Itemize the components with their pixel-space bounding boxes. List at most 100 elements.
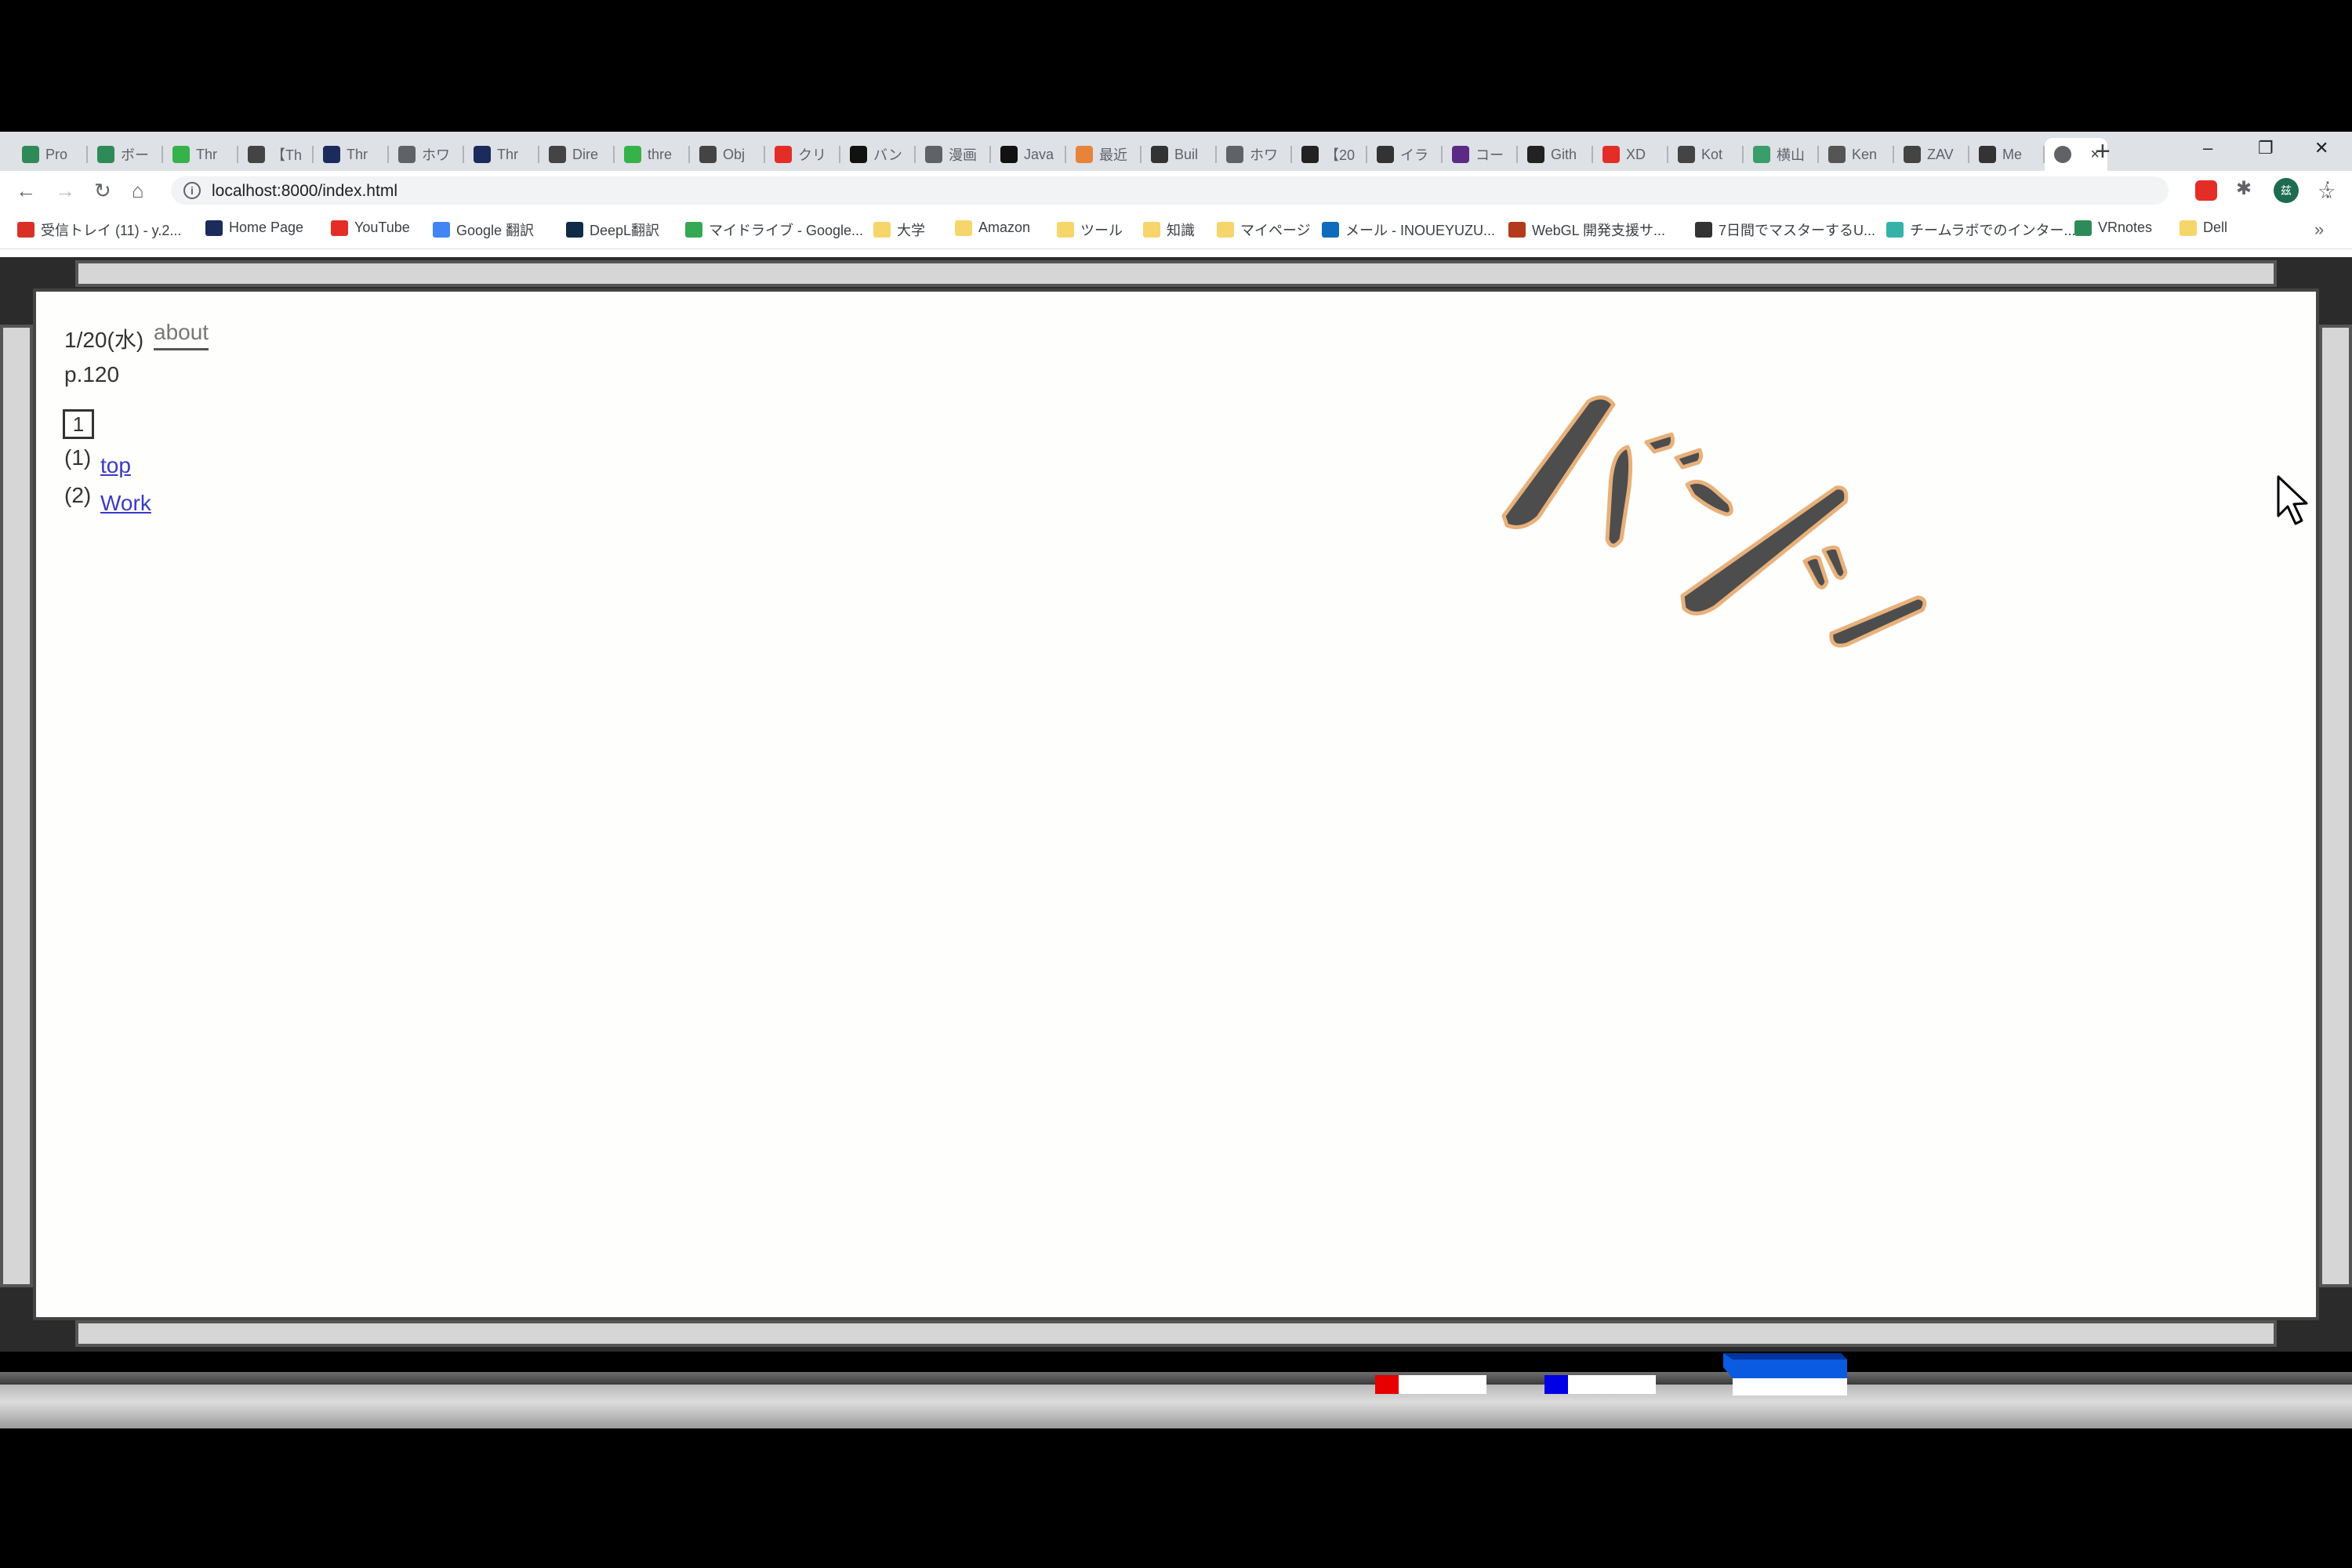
outlook-icon xyxy=(1322,222,1339,238)
bookmark-item[interactable]: メール - INOUEYUZU... xyxy=(1322,220,1495,240)
tab[interactable]: 横山 xyxy=(1744,138,1819,171)
bookmark-item[interactable]: WebGL 開発支援サ... xyxy=(1508,220,1665,240)
restore-button[interactable]: ❐ xyxy=(2258,138,2274,158)
sfx-stroke xyxy=(1802,555,1829,590)
extensions-puzzle-icon[interactable]: ✱ xyxy=(2236,177,2258,199)
bookmark-item[interactable]: 知識 xyxy=(1143,220,1195,240)
tab[interactable]: Thr xyxy=(163,138,238,171)
left-frame-bar xyxy=(0,325,33,1287)
bookmark-label: 7日間でマスターするU... xyxy=(1719,223,1876,238)
back-icon[interactable]: ← xyxy=(16,179,36,203)
tab-label: XD xyxy=(1626,146,1646,162)
forward-icon[interactable]: → xyxy=(55,179,75,203)
tab-label: Obj xyxy=(723,146,746,162)
tab-label: クリ xyxy=(798,147,826,163)
b-icon xyxy=(1151,146,1168,163)
atlas-icon xyxy=(248,146,265,163)
bookmark-item[interactable]: 受信トレイ (11) - y.2... xyxy=(17,220,181,240)
tab[interactable]: ホワ xyxy=(389,138,464,171)
sfx-stroke xyxy=(1685,479,1733,517)
bookmark-item[interactable]: Amazon xyxy=(955,220,1030,236)
minimize-button[interactable]: – xyxy=(2203,138,2212,158)
bookmark-item[interactable]: マイドライブ - Google... xyxy=(685,220,863,240)
tab[interactable]: Buil xyxy=(1142,138,1217,171)
new-tab-button[interactable]: + xyxy=(2095,136,2111,167)
threejs-icon xyxy=(474,146,491,163)
blue-indicator-bar xyxy=(1544,1375,1656,1394)
bookmark-item[interactable]: YouTube xyxy=(331,220,410,236)
top-link[interactable]: top xyxy=(100,453,131,478)
tab-label: ZAV xyxy=(1927,146,1954,162)
box-label: 1 xyxy=(63,409,94,439)
work-link[interactable]: Work xyxy=(100,491,151,516)
tab-label: Dire xyxy=(572,146,599,162)
tab[interactable]: Java xyxy=(991,138,1066,171)
bookmark-item[interactable]: Home Page xyxy=(205,220,303,236)
bookmark-item[interactable]: Google 翻訳 xyxy=(433,220,534,240)
bookmark-label: 大学 xyxy=(897,223,925,238)
bookmark-item[interactable]: マイページ xyxy=(1217,220,1311,240)
moon-icon xyxy=(1076,146,1093,163)
bookmark-label: メール - INOUEYUZU... xyxy=(1345,223,1496,238)
tab[interactable]: ボー xyxy=(88,138,163,171)
bookmark-item[interactable]: Dell xyxy=(2180,220,2227,236)
tab-label: 横山 xyxy=(1777,147,1805,163)
bookmark-item[interactable]: チームラボでのインター... xyxy=(1886,220,2076,240)
tab[interactable]: Gith xyxy=(1518,138,1593,171)
youtube-icon xyxy=(775,146,792,163)
tab[interactable]: 最近 xyxy=(1066,138,1142,171)
tab[interactable]: クリ xyxy=(765,138,840,171)
bookmark-item[interactable]: DeepL翻訳 xyxy=(566,220,659,240)
reload-icon[interactable]: ↻ xyxy=(94,179,111,203)
url-text[interactable]: localhost:8000/index.html xyxy=(212,182,397,201)
github-icon xyxy=(1527,146,1544,163)
triangle-icon xyxy=(699,146,717,163)
bookmark-item[interactable]: VRnotes xyxy=(2074,220,2152,236)
tab-label: 漫画 xyxy=(949,147,977,163)
bookmark-item[interactable]: ツール xyxy=(1057,220,1123,240)
tab[interactable]: Dire xyxy=(539,138,615,171)
tab[interactable]: コー xyxy=(1443,138,1518,171)
tab[interactable]: 【Th xyxy=(238,138,314,171)
bookmark-item[interactable]: 7日間でマスターするU... xyxy=(1695,220,1875,240)
address-bar[interactable]: i localhost:8000/index.html ☆ xyxy=(171,176,2336,205)
tab[interactable]: Thr xyxy=(314,138,389,171)
tab[interactable]: Thr xyxy=(464,138,539,171)
bookmark-item[interactable]: 大学 xyxy=(873,220,925,240)
tab[interactable]: 【20 xyxy=(1292,138,1367,171)
p-icon xyxy=(1452,146,1469,163)
gmail-icon xyxy=(17,222,34,238)
teamlab-icon xyxy=(1886,222,1904,238)
home-icon[interactable]: ⌂ xyxy=(132,179,144,203)
tab-label: Kot xyxy=(1701,146,1723,162)
tab[interactable]: Me xyxy=(1969,138,2045,171)
tab[interactable]: イラ xyxy=(1367,138,1443,171)
mouse-cursor-icon xyxy=(2277,475,2308,525)
tab[interactable]: ZAV xyxy=(1894,138,1969,171)
tab-label: Ken xyxy=(1852,146,1878,162)
sound-effect-bang-graphic xyxy=(1501,395,1927,648)
zav-icon xyxy=(1904,146,1921,163)
bookmark-label: Home Page xyxy=(229,220,304,235)
tab[interactable]: XD xyxy=(1593,138,1668,171)
close-window-button[interactable]: ✕ xyxy=(2314,138,2328,158)
tab[interactable]: 漫画 xyxy=(916,138,991,171)
bookmark-label: Amazon xyxy=(978,220,1031,235)
bookmarks-more-icon[interactable]: » xyxy=(2314,220,2324,240)
tab[interactable]: Obj xyxy=(690,138,765,171)
tab[interactable]: thre xyxy=(615,138,690,171)
tab[interactable]: ホワ xyxy=(1217,138,1292,171)
google-icon xyxy=(925,146,942,163)
tab[interactable]: Ken xyxy=(1819,138,1894,171)
tab[interactable]: バン xyxy=(840,138,916,171)
info-icon[interactable]: i xyxy=(183,182,201,199)
tab[interactable]: Pro xyxy=(13,138,88,171)
youtube-extension-icon[interactable] xyxy=(2195,180,2217,201)
browser-window: Pro ボー Thr 【Th Thr ホワ Thr Dire thre Obj クリ バン 漫画 Java… xyxy=(0,132,2352,257)
menu-icon[interactable]: ⋮ xyxy=(2318,177,2338,201)
translate-icon xyxy=(433,222,450,238)
deepl-icon xyxy=(566,222,583,238)
avatar[interactable]: 兹 xyxy=(2274,178,2299,203)
tab[interactable]: Kot xyxy=(1668,138,1744,171)
about-link[interactable]: about xyxy=(154,320,209,350)
